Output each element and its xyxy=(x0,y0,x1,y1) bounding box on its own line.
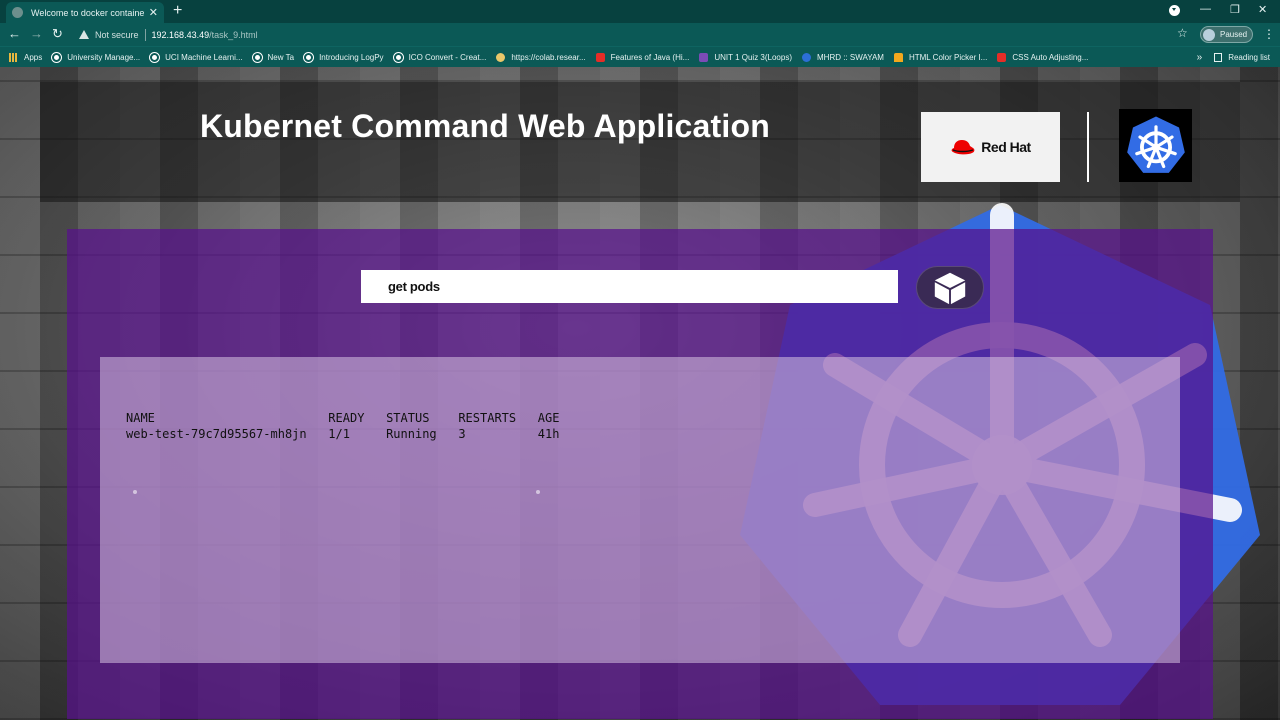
bookmark-apps[interactable]: Apps xyxy=(9,52,42,62)
tab-favicon-icon xyxy=(12,7,23,18)
tab-close-icon[interactable]: ✕ xyxy=(149,6,158,19)
tab-search-icon[interactable] xyxy=(1169,5,1180,16)
globe-icon xyxy=(393,52,403,62)
swayam-icon xyxy=(802,52,811,62)
bookmark-item[interactable]: New Ta xyxy=(252,52,294,62)
globe-icon xyxy=(304,52,314,62)
bookmark-item[interactable]: UNIT 1 Quiz 3(Loops) xyxy=(699,52,792,62)
forward-icon[interactable]: → xyxy=(30,26,43,42)
command-input[interactable] xyxy=(361,270,898,303)
more-bookmarks-icon[interactable]: » xyxy=(1197,52,1203,63)
logo-divider xyxy=(1087,112,1089,182)
redhat-hat-icon xyxy=(951,140,975,155)
bookmark-item[interactable]: UCI Machine Learni... xyxy=(150,52,243,62)
window-close-icon[interactable]: ✕ xyxy=(1258,3,1267,16)
browser-menu-icon[interactable]: ⋮ xyxy=(1263,27,1275,41)
back-icon[interactable]: ← xyxy=(8,26,21,42)
bookmark-item[interactable]: MHRD :: SWAYAM xyxy=(802,52,884,62)
bookmark-item[interactable]: Introducing LogPy xyxy=(304,52,384,62)
bookmark-item[interactable]: Features of Java (Hi... xyxy=(595,52,689,62)
kubernetes-logo xyxy=(1119,109,1192,182)
new-tab-button[interactable]: + xyxy=(173,2,182,20)
minimize-icon[interactable]: — xyxy=(1200,3,1211,15)
tab-strip: Welcome to docker container ✕ + — ❐ ✕ xyxy=(0,0,1280,23)
w3-icon xyxy=(893,52,903,62)
bookmark-item[interactable]: ICO Convert - Creat... xyxy=(393,52,486,62)
tab-title: Welcome to docker container xyxy=(31,7,145,18)
bookmark-item[interactable]: University Manage... xyxy=(52,52,140,62)
reading-list[interactable]: » Reading list xyxy=(1197,47,1270,68)
bookmark-item[interactable]: https://colab.resear... xyxy=(496,52,586,62)
url-path: /task_9.html xyxy=(209,29,258,40)
active-tab[interactable]: Welcome to docker container ✕ xyxy=(6,2,164,23)
form-icon xyxy=(699,52,709,62)
reload-icon[interactable]: ↻ xyxy=(52,26,63,42)
restore-icon[interactable]: ❐ xyxy=(1230,3,1240,16)
bookmark-item[interactable]: HTML Color Picker I... xyxy=(893,52,987,62)
output-header-line: NAME READY STATUS RESTARTS AGE xyxy=(126,411,560,425)
kubernetes-helm-icon xyxy=(1126,116,1185,173)
address-bar[interactable]: Not secure 192.168.43.49/task_9.html xyxy=(72,26,1192,43)
youtube-icon xyxy=(997,52,1007,62)
command-output: NAME READY STATUS RESTARTS AGE web-test-7… xyxy=(126,410,559,442)
security-indicator[interactable]: Not secure xyxy=(95,30,139,40)
bookmark-item[interactable]: CSS Auto Adjusting... xyxy=(997,52,1088,62)
colab-icon xyxy=(496,52,506,62)
youtube-icon xyxy=(595,52,605,62)
reading-list-icon xyxy=(1214,53,1223,62)
page-title: Kubernet Command Web Application xyxy=(200,108,770,144)
redhat-logo-text: Red Hat xyxy=(981,139,1031,155)
run-command-button[interactable] xyxy=(916,266,984,309)
warning-icon xyxy=(79,30,89,39)
redhat-logo: Red Hat xyxy=(921,112,1060,182)
globe-icon xyxy=(150,52,160,62)
apps-grid-icon xyxy=(9,52,18,62)
globe-icon xyxy=(52,52,62,62)
page-viewport: Kubernet Command Web Application Red Hat xyxy=(0,67,1280,720)
command-output-panel: NAME READY STATUS RESTARTS AGE web-test-7… xyxy=(100,357,1180,663)
url-host: 192.168.43.49 xyxy=(151,29,210,40)
avatar xyxy=(1203,28,1215,41)
cube-icon xyxy=(934,272,966,304)
profile-button[interactable]: Paused xyxy=(1200,26,1253,43)
profile-status: Paused xyxy=(1220,30,1248,39)
bookmark-star-icon[interactable]: ☆ xyxy=(1177,26,1188,40)
bookmarks-bar: Apps University Manage... UCI Machine Le… xyxy=(0,46,1280,67)
globe-icon xyxy=(252,52,262,62)
output-row-line: web-test-79c7d95567-mh8jn 1/1 Running 3 … xyxy=(126,427,560,441)
